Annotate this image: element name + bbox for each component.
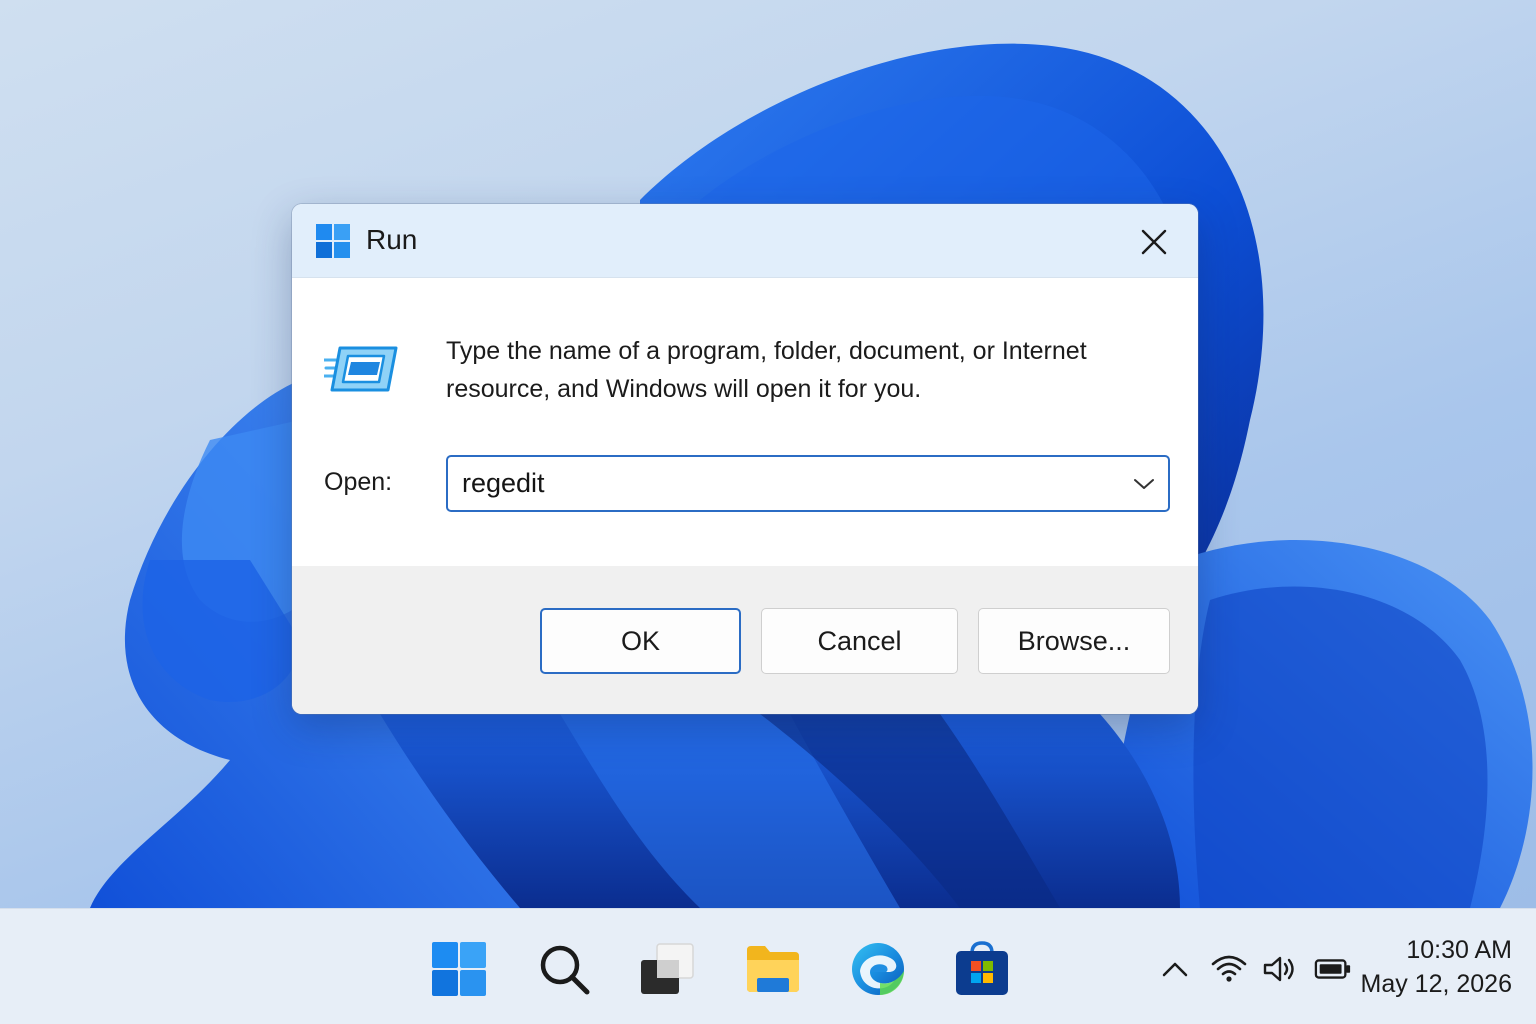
start-button[interactable] [431, 941, 487, 997]
taskbar: 10:30 AM May 12, 2026 [0, 908, 1536, 1024]
dialog-description: Type the name of a program, folder, docu… [446, 337, 1087, 403]
windows-logo-icon [316, 224, 350, 258]
browse-button[interactable]: Browse... [978, 608, 1170, 674]
show-hidden-icons-button[interactable] [1156, 951, 1194, 987]
task-view-button[interactable] [639, 941, 695, 997]
volume-button[interactable] [1262, 951, 1300, 987]
ok-button[interactable]: OK [540, 608, 741, 674]
chevron-down-icon [1134, 479, 1154, 489]
edge-button[interactable] [850, 941, 906, 997]
edge-icon [852, 943, 904, 995]
dialog-title: Run [366, 224, 418, 255]
open-dropdown-button[interactable] [1128, 469, 1160, 499]
file-explorer-icon [747, 946, 799, 992]
cancel-button[interactable]: Cancel [761, 608, 958, 674]
task-view-icon [641, 943, 694, 994]
wifi-icon [1211, 955, 1247, 982]
clock-date: May 12, 2026 [1360, 970, 1513, 998]
close-icon [1141, 229, 1167, 255]
open-combobox[interactable] [446, 455, 1170, 512]
battery-button[interactable] [1314, 951, 1352, 987]
open-input[interactable] [462, 457, 1112, 510]
run-dialog: Run Type the name of a program, folder, … [292, 204, 1198, 714]
run-app-icon [324, 346, 398, 392]
clock[interactable]: 10:30 AM May 12, 2026 [1360, 933, 1513, 1001]
file-explorer-button[interactable] [745, 941, 801, 997]
start-icon [432, 942, 486, 996]
microsoft-store-button[interactable] [954, 941, 1010, 997]
open-label: Open: [324, 468, 393, 496]
battery-icon [1314, 959, 1351, 979]
dialog-content: Type the name of a program, folder, docu… [292, 278, 1198, 566]
volume-icon [1263, 956, 1294, 982]
clock-time: 10:30 AM [1406, 936, 1512, 964]
dialog-footer: OK Cancel Browse... [292, 566, 1198, 714]
microsoft-store-icon [956, 941, 1008, 995]
search-button[interactable] [536, 941, 592, 997]
title-bar[interactable]: Run [292, 204, 1198, 278]
network-button[interactable] [1210, 951, 1248, 987]
close-button[interactable] [1132, 220, 1176, 264]
search-icon [540, 945, 590, 995]
chevron-up-icon [1162, 962, 1188, 977]
